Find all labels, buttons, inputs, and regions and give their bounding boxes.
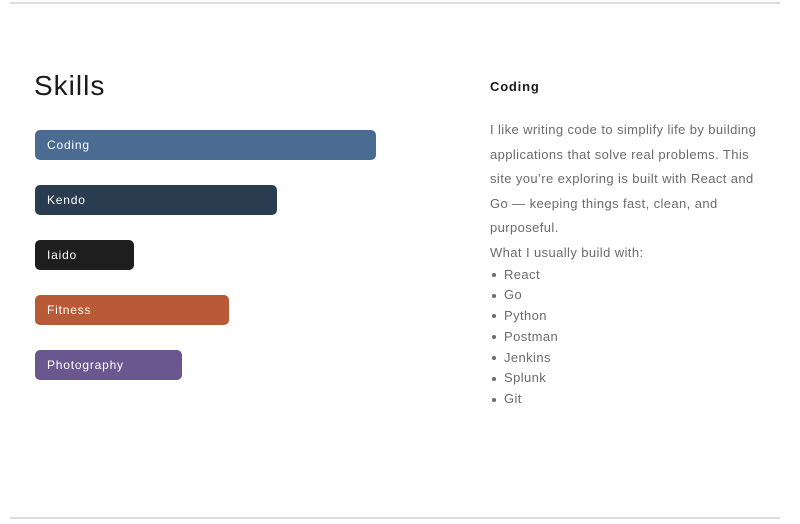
list-item: Postman <box>490 327 770 348</box>
bullet-icon <box>492 272 496 277</box>
skill-label: Coding <box>47 138 90 152</box>
tool-label: Git <box>504 391 522 407</box>
skill-detail-description: I like writing code to simplify life by … <box>490 122 757 235</box>
skill-label: Fitness <box>47 303 92 317</box>
tools-subheading: What I usually build with: <box>490 244 644 260</box>
bullet-icon <box>492 356 496 361</box>
tools-list: React Go Python Postman Jenkins Splunk G… <box>490 265 770 411</box>
skill-bar-photography[interactable]: Photography <box>35 350 182 380</box>
list-item: Jenkins <box>490 348 770 369</box>
tool-label: React <box>504 266 540 282</box>
list-item: Git <box>490 389 770 410</box>
skill-bar-kendo[interactable]: Kendo <box>35 185 277 215</box>
top-divider <box>10 2 780 4</box>
bottom-divider <box>10 517 780 519</box>
skill-label: Photography <box>47 358 124 372</box>
skill-bar-fitness[interactable]: Fitness <box>35 295 229 325</box>
tool-label: Go <box>504 287 523 303</box>
skill-label: Kendo <box>47 193 86 207</box>
list-item: Python <box>490 306 770 327</box>
bullet-icon <box>492 335 496 340</box>
tool-label: Jenkins <box>504 349 551 365</box>
bullet-icon <box>492 376 496 381</box>
skills-list: Coding Kendo Iaido Fitness Photography <box>35 130 376 405</box>
skill-bar-coding[interactable]: Coding <box>35 130 376 160</box>
list-item: Go <box>490 285 770 306</box>
list-item: Splunk <box>490 368 770 389</box>
bullet-icon <box>492 314 496 319</box>
bullet-icon <box>492 397 496 402</box>
tool-label: Splunk <box>504 370 547 386</box>
page-title: Skills <box>34 70 106 101</box>
bullet-icon <box>492 293 496 298</box>
list-item: React <box>490 265 770 286</box>
skill-bar-iaido[interactable]: Iaido <box>35 240 134 270</box>
skill-detail-title: Coding <box>490 79 540 94</box>
skill-label: Iaido <box>47 248 78 262</box>
tool-label: Postman <box>504 328 559 344</box>
skill-detail-panel: Coding I like writing code to simplify l… <box>490 78 770 410</box>
tool-label: Python <box>504 308 547 324</box>
